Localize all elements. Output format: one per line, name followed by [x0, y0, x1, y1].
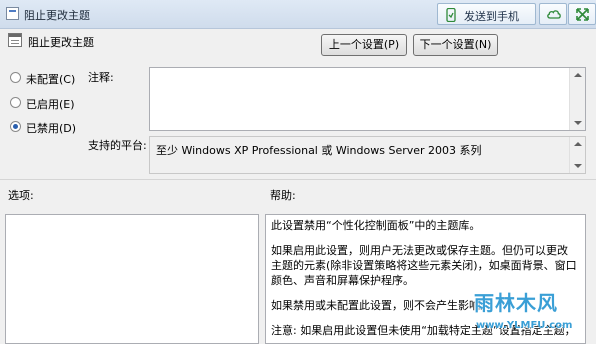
- radio-label-not-configured[interactable]: 未配置(C): [26, 71, 75, 87]
- window-title: 阻止更改主题: [24, 9, 90, 22]
- comment-field[interactable]: [149, 67, 586, 131]
- cloud-button[interactable]: [539, 3, 567, 25]
- radio-not-configured[interactable]: [10, 72, 21, 83]
- next-setting-button[interactable]: 下一个设置(N): [413, 34, 498, 56]
- scroll-down-arrow-icon[interactable]: [574, 164, 582, 168]
- scroll-up-arrow-icon[interactable]: [574, 73, 582, 77]
- expand-icon: [576, 8, 589, 21]
- radio-label-disabled[interactable]: 已禁用(D): [26, 120, 76, 136]
- scroll-up-arrow-icon[interactable]: [574, 142, 582, 146]
- phone-icon: [446, 8, 456, 22]
- previous-setting-button[interactable]: 上一个设置(P): [321, 34, 407, 56]
- cloud-icon: [547, 10, 561, 19]
- help-paragraph: 此设置禁用“个性化控制面板”中的主题库。: [271, 219, 481, 232]
- send-to-phone-button[interactable]: 发送到手机: [437, 3, 536, 25]
- title-bar: 阻止更改主题 发送到手机: [0, 0, 596, 29]
- comment-label: 注释:: [88, 71, 114, 84]
- platform-label: 支持的平台:: [88, 139, 147, 152]
- watermark-title: 雨林木风: [474, 291, 558, 315]
- options-panel: [5, 214, 259, 344]
- comment-scrollbar[interactable]: [569, 68, 585, 130]
- radio-disabled[interactable]: [10, 121, 21, 132]
- divider: [0, 179, 596, 180]
- watermark-url: www.YLMFU.com: [476, 320, 573, 331]
- scroll-down-arrow-icon[interactable]: [574, 121, 582, 125]
- radio-label-enabled[interactable]: 已启用(E): [26, 96, 75, 112]
- expand-button[interactable]: [568, 3, 596, 25]
- platform-scrollbar[interactable]: [569, 137, 585, 173]
- help-paragraph: 如果启用此设置，则用户无法更改或保存主题。但仍可以更改主题的元素(除非设置策略将…: [271, 244, 577, 287]
- send-to-phone-label: 发送到手机: [464, 10, 519, 23]
- policy-icon: [8, 33, 22, 47]
- help-label: 帮助:: [270, 189, 296, 202]
- window-icon: [6, 7, 19, 20]
- radio-enabled[interactable]: [10, 97, 21, 108]
- watermark-logo: 雨林木风 www.YLMFU.com: [470, 287, 588, 337]
- policy-name: 阻止更改主题: [28, 36, 94, 49]
- options-label: 选项:: [8, 189, 34, 202]
- supported-platform-field: 至少 Windows XP Professional 或 Windows Ser…: [149, 136, 586, 174]
- platform-value: 至少 Windows XP Professional 或 Windows Ser…: [156, 144, 482, 157]
